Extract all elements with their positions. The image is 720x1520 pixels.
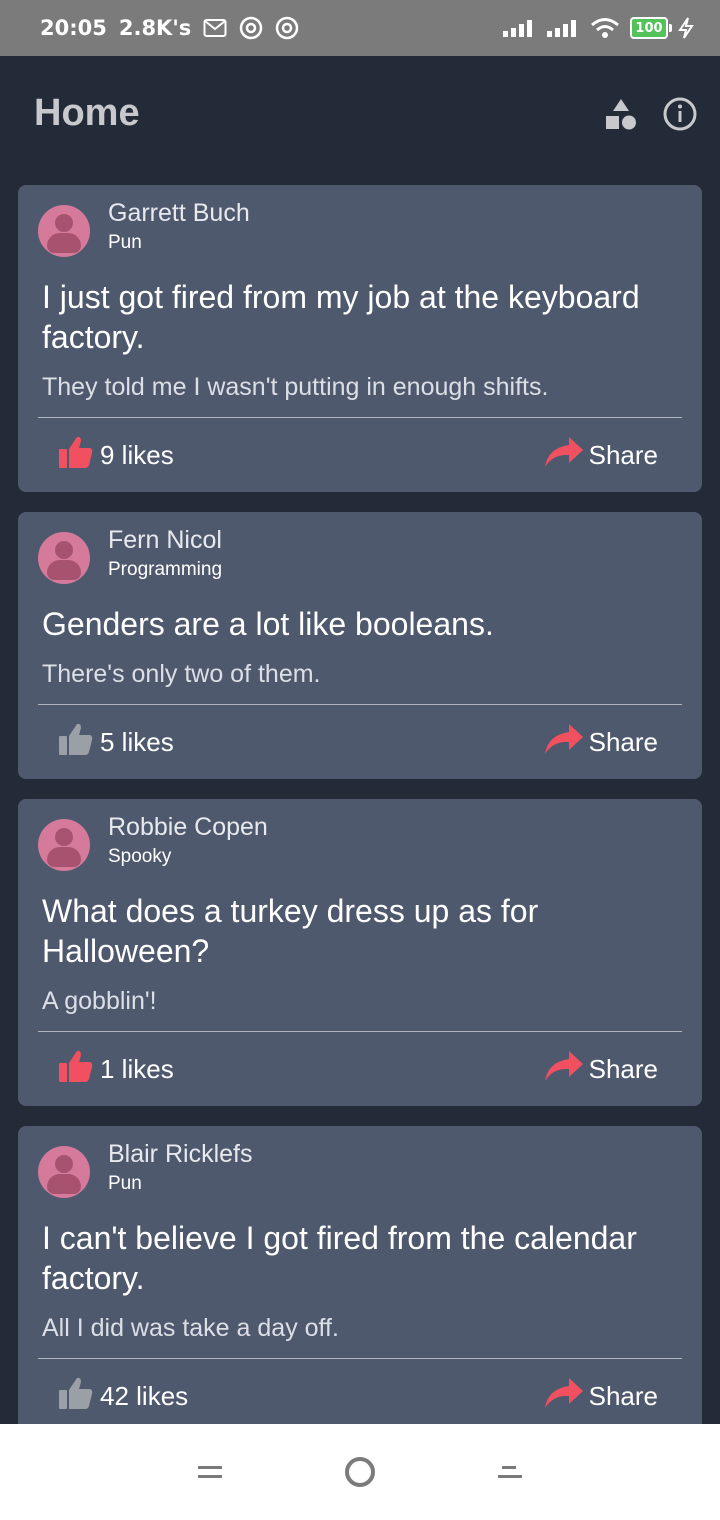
like-button[interactable]: 5 likes bbox=[58, 721, 174, 764]
like-button[interactable]: 1 likes bbox=[58, 1048, 174, 1091]
punchline-text: A gobblin'! bbox=[42, 987, 157, 1015]
joke-card: Garrett Buch Pun I just got fired from m… bbox=[18, 185, 702, 492]
joke-text: I just got fired from my job at the keyb… bbox=[42, 279, 640, 355]
share-button[interactable]: Share bbox=[543, 1049, 658, 1090]
joke-category: Pun bbox=[108, 1173, 142, 1194]
author-name: Blair Ricklefs bbox=[108, 1140, 253, 1168]
avatar bbox=[38, 1146, 90, 1198]
author-name: Fern Nicol bbox=[108, 526, 222, 554]
joke-category: Spooky bbox=[108, 846, 172, 867]
avatar bbox=[38, 532, 90, 584]
app-bar: Home bbox=[0, 56, 720, 176]
author-name: Garrett Buch bbox=[108, 199, 250, 227]
thumbs-up-icon bbox=[58, 721, 94, 764]
mail-icon bbox=[203, 18, 227, 38]
joke-card: Fern Nicol Programming Genders are a lot… bbox=[18, 512, 702, 779]
status-time: 20:05 bbox=[40, 16, 107, 40]
share-icon bbox=[543, 435, 585, 476]
avatar bbox=[38, 819, 90, 871]
joke-card: Blair Ricklefs Pun I can't believe I got… bbox=[18, 1126, 702, 1433]
avatar bbox=[38, 205, 90, 257]
thumbs-up-icon bbox=[58, 1048, 94, 1091]
charging-icon bbox=[678, 17, 694, 39]
like-count: 5 likes bbox=[100, 726, 174, 757]
author-name: Robbie Copen bbox=[108, 813, 268, 841]
share-label: Share bbox=[588, 439, 658, 470]
joke-text: What does a turkey dress up as for Hallo… bbox=[42, 893, 539, 969]
share-icon bbox=[543, 1376, 585, 1417]
share-button[interactable]: Share bbox=[543, 722, 658, 763]
share-icon bbox=[543, 722, 585, 763]
at-icon bbox=[275, 16, 299, 40]
share-icon bbox=[543, 1049, 585, 1090]
punchline-text: All I did was take a day off. bbox=[42, 1314, 339, 1342]
thumbs-up-icon bbox=[58, 434, 94, 477]
page-title: Home bbox=[34, 92, 140, 134]
divider bbox=[38, 417, 682, 418]
share-label: Share bbox=[588, 1380, 658, 1411]
home-icon[interactable] bbox=[320, 1424, 400, 1520]
menu-icon[interactable] bbox=[170, 1424, 250, 1520]
status-bar: 20:05 2.8K's 100 bbox=[0, 0, 720, 56]
share-button[interactable]: Share bbox=[543, 1376, 658, 1417]
network-speed: 2.8K's bbox=[118, 16, 192, 40]
divider bbox=[38, 1031, 682, 1032]
signal-icon bbox=[546, 18, 580, 38]
shapes-icon[interactable] bbox=[604, 97, 638, 136]
wifi-icon bbox=[590, 17, 620, 39]
joke-card: Robbie Copen Spooky What does a turkey d… bbox=[18, 799, 702, 1106]
back-icon[interactable] bbox=[470, 1424, 550, 1520]
like-button[interactable]: 42 likes bbox=[58, 1375, 188, 1418]
at-icon bbox=[239, 16, 263, 40]
punchline-text: They told me I wasn't putting in enough … bbox=[42, 373, 549, 401]
joke-category: Programming bbox=[108, 559, 223, 580]
like-count: 9 likes bbox=[100, 439, 174, 470]
like-button[interactable]: 9 likes bbox=[58, 434, 174, 477]
share-label: Share bbox=[588, 726, 658, 757]
share-button[interactable]: Share bbox=[543, 435, 658, 476]
divider bbox=[38, 1358, 682, 1359]
signal-icon bbox=[502, 18, 536, 38]
joke-text: I can't believe I got fired from the cal… bbox=[42, 1220, 637, 1296]
punchline-text: There's only two of them. bbox=[42, 660, 321, 688]
share-label: Share bbox=[588, 1053, 658, 1084]
battery-icon: 100 bbox=[630, 17, 672, 39]
thumbs-up-icon bbox=[58, 1375, 94, 1418]
info-icon[interactable] bbox=[662, 96, 698, 137]
divider bbox=[38, 704, 682, 705]
joke-feed: Garrett Buch Pun I just got fired from m… bbox=[18, 185, 702, 1453]
joke-category: Pun bbox=[108, 232, 142, 253]
like-count: 1 likes bbox=[100, 1053, 174, 1084]
joke-text: Genders are a lot like booleans. bbox=[42, 606, 494, 642]
system-nav-bar bbox=[0, 1424, 720, 1520]
like-count: 42 likes bbox=[100, 1380, 189, 1411]
